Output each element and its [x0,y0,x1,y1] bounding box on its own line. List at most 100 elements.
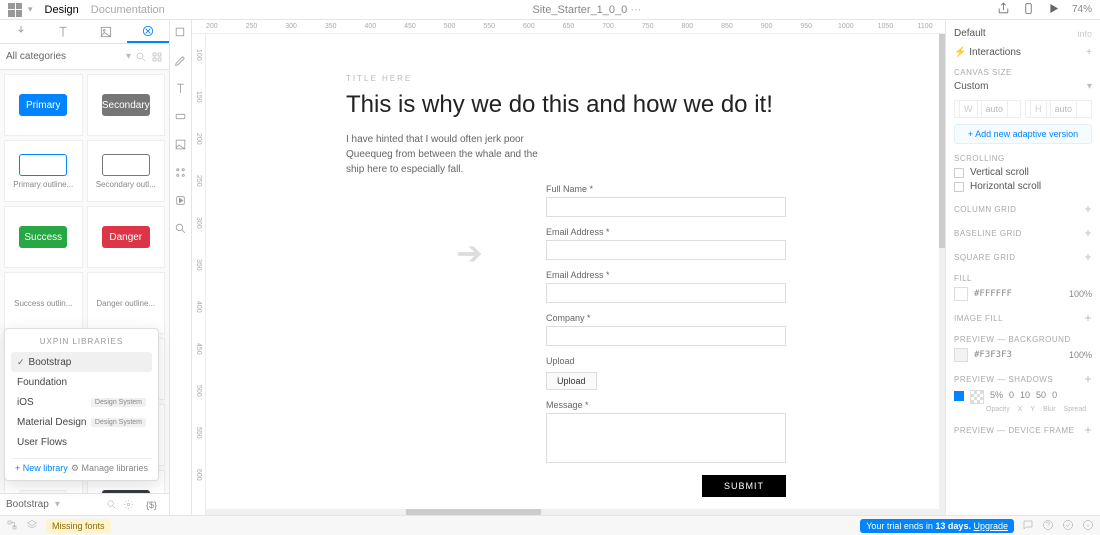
component-danger[interactable]: Danger [87,206,166,268]
add-column-grid[interactable]: + [1084,202,1092,216]
trial-banner[interactable]: Your trial ends in 13 days. Upgrade [860,519,1014,533]
shadow-enable-checkbox[interactable] [954,391,964,401]
component-success[interactable]: Success [4,206,83,268]
panel-tab-quick[interactable] [0,20,42,43]
add-square-grid[interactable]: + [1084,250,1092,264]
submit-button[interactable]: SUBMIT [702,475,786,497]
bolt-icon: ⚡ [954,47,966,58]
section-scrolling: SCROLLING [954,154,1005,163]
add-shadow[interactable]: + [1084,372,1092,386]
fill-opacity[interactable]: 100% [1069,289,1092,299]
tool-text-icon[interactable] [174,82,187,98]
shadow-x[interactable]: 0 [1009,390,1014,400]
library-select[interactable]: Bootstrap [6,499,49,510]
component-primary-outline[interactable]: Primary outline... [4,140,83,202]
section-square-grid: SQUARE GRID [954,253,1016,262]
sitemap-icon[interactable] [6,519,18,533]
upload-button[interactable]: Upload [546,372,597,390]
lang-tag: {$} [140,500,163,510]
fill-hex[interactable]: #FFFFFF [974,289,1012,299]
tool-shapes-icon[interactable] [174,26,187,42]
component-secondary-outline[interactable]: Secondary outl... [87,140,166,202]
bg-swatch[interactable] [954,348,968,362]
input-email1[interactable] [546,240,786,260]
category-select[interactable]: All categories [6,51,122,62]
tool-icons-icon[interactable] [174,166,187,182]
panel-tab-text[interactable] [42,20,84,43]
check-icon[interactable] [1062,519,1074,533]
tab-design[interactable]: Design [45,4,79,16]
share-icon[interactable] [997,2,1010,18]
lib-item-foundation[interactable]: Foundation [11,372,152,392]
canvas-vertical-scrollbar[interactable] [939,34,945,509]
help-icon[interactable] [1042,519,1054,533]
canvas-heading: This is why we do this and how we do it! [346,89,865,120]
new-library-button[interactable]: + New library [15,463,68,474]
add-image-fill[interactable]: + [1084,311,1092,325]
add-device-frame[interactable]: + [1084,423,1092,437]
bg-hex[interactable]: #F3F3F3 [974,350,1012,360]
input-email2[interactable] [546,283,786,303]
tool-forms-icon[interactable] [174,110,187,126]
info-icon[interactable] [1082,519,1094,533]
lib-item-bootstrap[interactable]: ✓Bootstrap [11,352,152,372]
play-icon[interactable] [1047,2,1060,18]
missing-fonts-badge[interactable]: Missing fonts [46,519,111,533]
search-icon[interactable] [106,499,117,510]
input-company[interactable] [546,326,786,346]
add-baseline-grid[interactable]: + [1084,226,1092,240]
zoom-level[interactable]: 74% [1072,4,1092,15]
tool-image-icon[interactable] [174,138,187,154]
input-fullname[interactable] [546,197,786,217]
search-icon[interactable] [135,51,147,63]
shadow-spread[interactable]: 0 [1052,390,1057,400]
shadow-color-swatch[interactable] [970,390,984,404]
tool-hotspot-icon[interactable] [174,194,187,210]
grid-icon[interactable] [151,51,163,63]
shadow-opacity[interactable]: 5% [990,390,1003,400]
label-fullname: Full Name * [546,184,786,194]
vertical-scroll-checkbox[interactable]: Vertical scroll [954,167,1092,178]
component-danger-outline[interactable]: Danger outline... [87,272,166,334]
component-success-outline[interactable]: Success outlin... [4,272,83,334]
manage-libraries-button[interactable]: ⚙ Manage libraries [71,463,148,474]
panel-tab-image[interactable] [85,20,127,43]
bg-opacity[interactable]: 100% [1069,350,1092,360]
chevron-down-icon[interactable]: ▾ [28,4,33,15]
layers-icon[interactable] [26,519,38,533]
shadow-y[interactable]: 10 [1020,390,1030,400]
ruler-horizontal: 2002503003504004505005506006507007508008… [192,20,945,34]
arrow-right-icon: ➔ [456,234,483,272]
width-input[interactable]: Wauto [954,100,1021,118]
panel-tab-components[interactable] [127,20,169,43]
chevron-down-icon: ▾ [126,51,131,62]
canvas[interactable]: TITLE HERE This is why we do this and ho… [206,34,945,515]
add-adaptive-button[interactable]: + Add new adaptive version [954,124,1092,144]
lib-item-flows[interactable]: User Flows [11,432,152,452]
more-icon[interactable]: ⋯ [630,4,641,16]
component-secondary[interactable]: Secondary [87,74,166,136]
app-menu-icon[interactable] [8,3,22,17]
lib-item-ios[interactable]: iOSDesign System [11,392,152,412]
comment-icon[interactable] [1022,519,1034,533]
upgrade-link[interactable]: Upgrade [973,521,1008,531]
section-preview-bg: PREVIEW — BACKGROUND [954,335,1071,344]
input-message[interactable] [546,413,786,463]
horizontal-scroll-checkbox[interactable]: Horizontal scroll [954,181,1092,192]
component-primary[interactable]: Primary [4,74,83,136]
chevron-down-icon: ▾ [55,499,60,510]
tool-search-icon[interactable] [174,222,187,238]
tab-documentation[interactable]: Documentation [91,4,165,16]
section-column-grid: COLUMN GRID [954,205,1016,214]
fill-swatch[interactable] [954,287,968,301]
shadow-label-y: Y [1030,406,1035,413]
size-mode-select[interactable]: Custom [954,81,988,92]
tool-pen-icon[interactable] [174,54,187,70]
device-icon[interactable] [1022,2,1035,18]
shadow-blur[interactable]: 50 [1036,390,1046,400]
settings-icon[interactable] [123,499,134,510]
height-input[interactable]: Hauto [1025,100,1092,118]
lib-item-material[interactable]: Material DesignDesign System [11,412,152,432]
add-interaction-button[interactable]: + [1086,47,1092,58]
interactions-label[interactable]: Interactions [969,47,1021,58]
